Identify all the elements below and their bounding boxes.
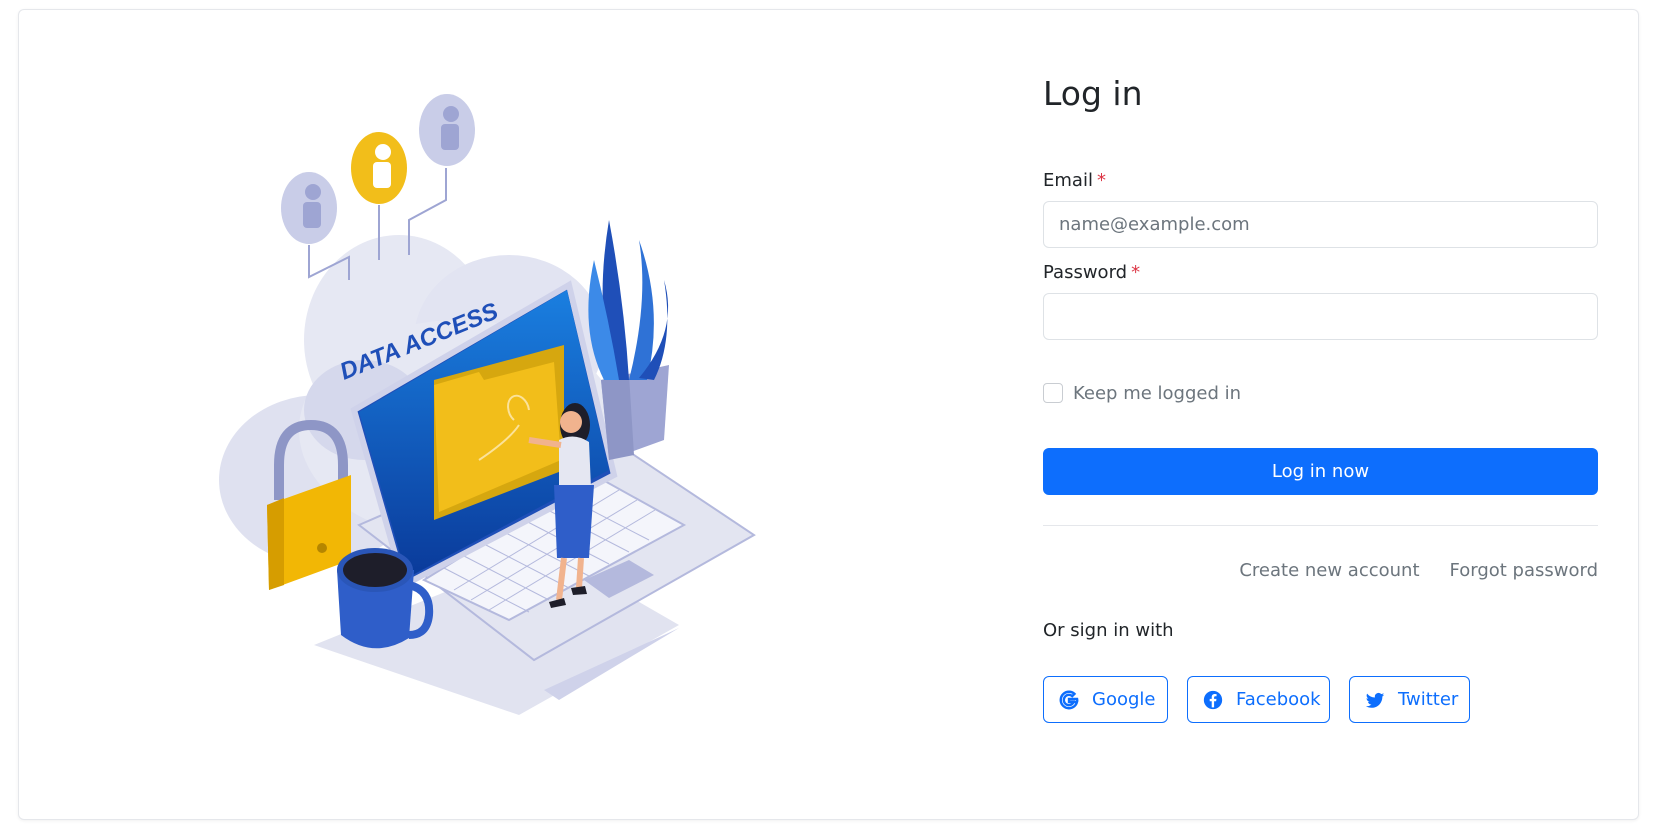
page-title: Log in xyxy=(1043,74,1143,113)
google-icon xyxy=(1058,689,1080,711)
account-links: Create new account Forgot password xyxy=(1239,560,1598,581)
password-field[interactable] xyxy=(1043,293,1598,340)
email-field[interactable] xyxy=(1043,201,1598,248)
email-label: Email * xyxy=(1043,170,1106,191)
data-access-illustration: DATA ACCESS xyxy=(209,80,779,760)
create-account-link[interactable]: Create new account xyxy=(1239,560,1419,581)
forgot-password-link[interactable]: Forgot password xyxy=(1450,560,1598,581)
divider xyxy=(1043,525,1598,526)
google-signin-button[interactable]: Google xyxy=(1043,676,1168,723)
illustration-svg: DATA ACCESS xyxy=(219,94,756,715)
required-mark: * xyxy=(1131,262,1141,283)
email-label-text: Email xyxy=(1043,170,1093,191)
twitter-icon xyxy=(1364,689,1386,711)
twitter-signin-button[interactable]: Twitter xyxy=(1349,676,1470,723)
user-avatar-icon xyxy=(281,172,337,244)
remember-me-row: Keep me logged in xyxy=(1043,381,1241,405)
twitter-signin-label: Twitter xyxy=(1398,689,1459,710)
facebook-icon xyxy=(1202,689,1224,711)
login-card: DATA ACCESS Log in Email * name@example.… xyxy=(18,9,1639,820)
password-label-text: Password xyxy=(1043,262,1128,283)
remember-me-checkbox[interactable] xyxy=(1043,383,1063,403)
facebook-signin-label: Facebook xyxy=(1236,689,1321,710)
remember-me-label[interactable]: Keep me logged in xyxy=(1073,383,1241,404)
login-form: Log in Email* Password* Keep me logged i… xyxy=(1043,10,1598,821)
facebook-signin-button[interactable]: Facebook xyxy=(1187,676,1330,723)
social-signin-heading: Or sign in with xyxy=(1043,620,1174,641)
password-label: Password * xyxy=(1043,262,1140,283)
login-button[interactable]: Log in now xyxy=(1043,448,1598,495)
google-signin-label: Google xyxy=(1092,689,1156,710)
required-mark: * xyxy=(1096,170,1106,191)
user-avatar-highlighted-icon xyxy=(351,132,407,204)
user-avatar-icon xyxy=(419,94,475,166)
